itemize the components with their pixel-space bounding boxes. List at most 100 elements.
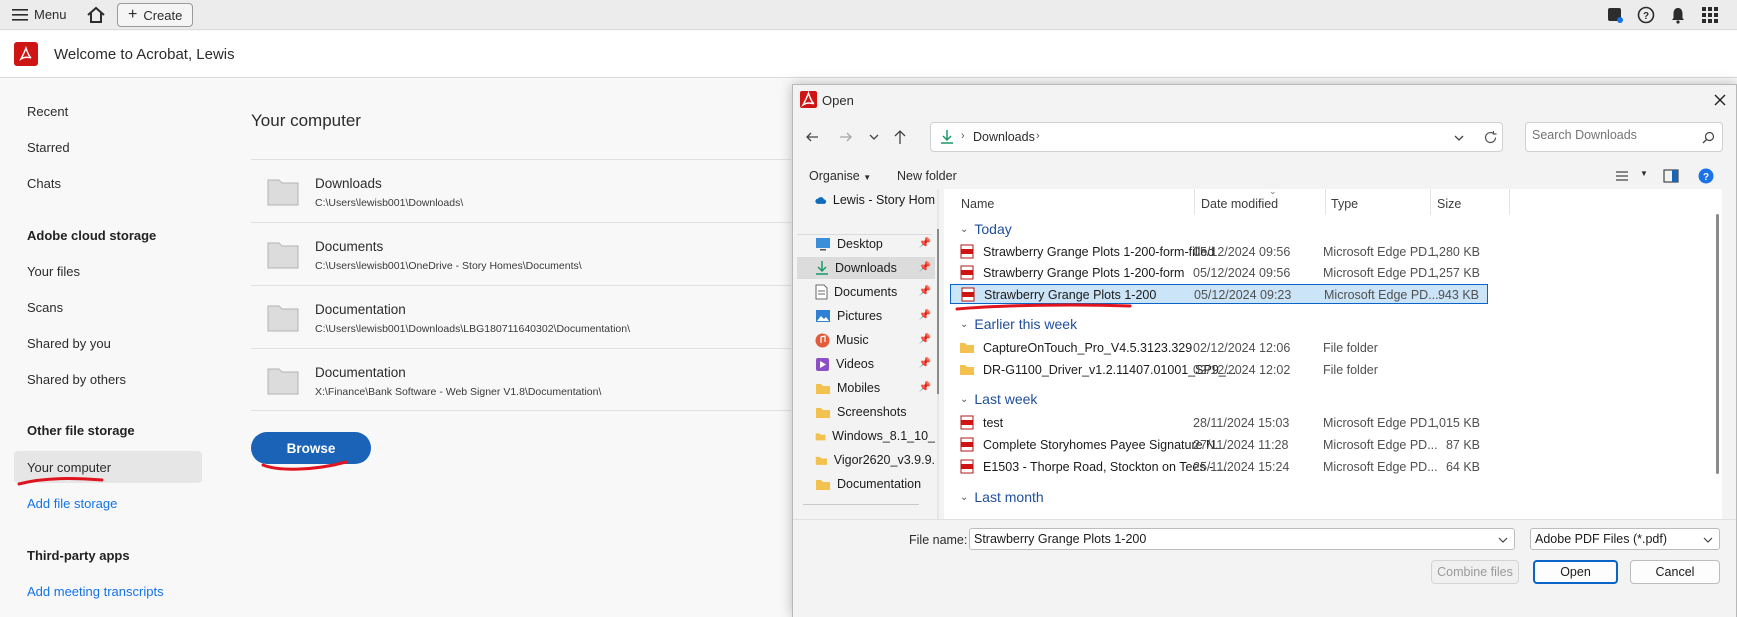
file-name: Strawberry Grange Plots 1-200-form-fille…	[983, 245, 1215, 259]
search-box[interactable]	[1525, 122, 1723, 152]
file-size: 1,257 KB	[1428, 266, 1480, 280]
folder-icon	[267, 305, 299, 332]
new-folder-button[interactable]: New folder	[897, 169, 957, 183]
sidebar-item-shared-by-you[interactable]: Shared by you	[27, 336, 111, 351]
nav-item-music[interactable]: Music 📌	[815, 329, 935, 351]
add-meeting-transcripts-link[interactable]: Add meeting transcripts	[27, 584, 164, 599]
up-arrow-icon[interactable]	[893, 129, 907, 145]
combine-files-button[interactable]: Combine files	[1431, 560, 1519, 584]
file-row[interactable]: Strawberry Grange Plots 1-200-form 05/12…	[950, 263, 1488, 283]
location-name: Documentation	[315, 302, 406, 317]
location-row[interactable]: Documents C:\Users\lewisb001\OneDrive - …	[251, 222, 791, 285]
nav-item-screenshots[interactable]: Screenshots	[815, 401, 935, 423]
pdf-file-icon	[960, 437, 974, 452]
group-header-earlier-this-week[interactable]: ⌄ Earlier this week	[960, 316, 1077, 332]
folder-icon	[960, 343, 974, 353]
address-bar[interactable]: › Downloads ›	[930, 122, 1503, 152]
pin-icon: 📌	[918, 358, 931, 369]
file-size: 64 KB	[1445, 460, 1480, 474]
sidebar-item-your-files[interactable]: Your files	[27, 264, 80, 279]
group-header-today[interactable]: ⌄ Today	[960, 221, 1012, 237]
help-icon[interactable]: ?	[1698, 168, 1714, 184]
file-list: Name Date modified ⌄ Type Size ⌄ Today St…	[944, 189, 1722, 519]
apps-grid-icon[interactable]	[1701, 6, 1719, 24]
chevron-down-icon[interactable]	[1498, 536, 1508, 544]
file-row[interactable]: Strawberry Grange Plots 1-200-form-fille…	[950, 242, 1488, 262]
group-label: Earlier this week	[974, 316, 1078, 332]
sidebar-item-recent[interactable]: Recent	[27, 104, 68, 119]
back-arrow-icon[interactable]	[805, 130, 819, 144]
location-row[interactable]: Downloads C:\Users\lewisb001\Downloads\	[251, 159, 791, 222]
acrobat-account-icon[interactable]	[1606, 6, 1624, 24]
open-button[interactable]: Open	[1533, 560, 1618, 584]
file-size: 1,280 KB	[1428, 245, 1480, 259]
sidebar-item-starred[interactable]: Starred	[27, 140, 70, 155]
file-type-select[interactable]: Adobe PDF Files (*.pdf)	[1530, 528, 1720, 550]
refresh-icon[interactable]	[1483, 130, 1498, 145]
menu-button[interactable]: Menu	[12, 7, 67, 22]
nav-item-onedrive[interactable]: Lewis - Story Hom	[815, 189, 935, 211]
file-name-value: Strawberry Grange Plots 1-200	[974, 532, 1147, 546]
group-header-last-week[interactable]: ⌄ Last week	[960, 391, 1037, 407]
nav-item-documents[interactable]: Documents 📌	[815, 281, 935, 303]
file-row[interactable]: DR-G1100_Driver_v1.2.11407.01001_SP9_...…	[950, 360, 1488, 380]
home-icon[interactable]	[86, 5, 106, 30]
group-header-last-month[interactable]: ⌄ Last month	[960, 489, 1044, 505]
download-arrow-icon	[816, 261, 828, 275]
pin-icon: 📌	[918, 334, 931, 345]
nav-item-videos[interactable]: Videos 📌	[815, 353, 935, 375]
sidebar-item-shared-by-others[interactable]: Shared by others	[27, 372, 126, 387]
file-row[interactable]: Complete Storyhomes Payee Signature N...…	[950, 435, 1488, 455]
collapse-chevron-icon: ⌄	[960, 393, 969, 405]
file-row[interactable]: CaptureOnTouch_Pro_V4.5.3123.329 02/12/2…	[950, 338, 1488, 358]
file-date: 02/12/2024 12:02	[1193, 363, 1291, 377]
location-path: C:\Users\lewisb001\Downloads\LBG18071164…	[315, 323, 630, 335]
nav-item-vigor-folder[interactable]: Vigor2620_v3.9.9.	[815, 449, 935, 471]
location-row[interactable]: Documentation C:\Users\lewisb001\Downloa…	[251, 285, 791, 348]
file-row[interactable]: E1503 - Thorpe Road, Stockton on Tees - …	[950, 457, 1488, 477]
address-downloads[interactable]: Downloads	[973, 130, 1035, 144]
forward-arrow-icon[interactable]	[839, 130, 853, 144]
file-type: Microsoft Edge PD...	[1323, 416, 1438, 430]
close-icon[interactable]	[1713, 93, 1727, 107]
column-header-type[interactable]: Type	[1331, 197, 1358, 211]
file-name-input[interactable]: Strawberry Grange Plots 1-200	[969, 528, 1515, 550]
folder-icon	[815, 432, 826, 440]
file-date: 02/12/2024 12:06	[1193, 341, 1291, 355]
view-options-caret-icon[interactable]: ▼	[1640, 169, 1648, 178]
column-header-date[interactable]: Date modified	[1201, 197, 1278, 211]
nav-item-documentation[interactable]: Documentation	[815, 473, 935, 495]
nav-item-windows-folder[interactable]: Windows_8.1_10_	[815, 425, 935, 447]
column-header-size[interactable]: Size	[1437, 197, 1461, 211]
nav-item-desktop[interactable]: Desktop 📌	[815, 233, 935, 255]
nav-item-pictures[interactable]: Pictures 📌	[815, 305, 935, 327]
chevron-down-icon[interactable]	[868, 132, 880, 142]
pane-scrollbar-thumb[interactable]	[937, 229, 939, 394]
view-details-icon[interactable]	[1615, 170, 1629, 182]
location-row[interactable]: Documentation X:\Finance\Bank Software -…	[251, 348, 791, 411]
column-divider	[1194, 189, 1195, 215]
sidebar-item-scans[interactable]: Scans	[27, 300, 63, 315]
create-button[interactable]: + Create	[117, 3, 194, 27]
cancel-button[interactable]: Cancel	[1630, 560, 1720, 584]
navigation-pane: Lewis - Story Hom Desktop 📌 Downloads 📌 …	[793, 189, 939, 519]
search-input[interactable]	[1532, 128, 1692, 142]
nav-item-downloads[interactable]: Downloads 📌	[797, 257, 935, 279]
location-name: Documents	[315, 239, 384, 254]
pin-icon: 📌	[918, 262, 931, 273]
sidebar-item-chats[interactable]: Chats	[27, 176, 61, 191]
organise-menu[interactable]: Organise ▼	[809, 169, 871, 183]
nav-item-mobiles[interactable]: Mobiles 📌	[815, 377, 935, 399]
address-history-chevron-icon[interactable]	[1453, 133, 1465, 143]
desktop-icon	[816, 238, 830, 251]
column-header-name[interactable]: Name	[961, 197, 994, 211]
add-file-storage-link[interactable]: Add file storage	[27, 496, 117, 511]
file-list-scrollbar-thumb[interactable]	[1716, 214, 1719, 474]
file-row[interactable]: test 28/11/2024 15:03 Microsoft Edge PD.…	[950, 413, 1488, 433]
help-icon[interactable]: ?	[1637, 6, 1655, 24]
pdf-file-icon	[960, 265, 974, 280]
column-divider	[1325, 189, 1326, 215]
folder-icon	[816, 407, 830, 418]
preview-pane-icon[interactable]	[1663, 169, 1679, 183]
notifications-bell-icon[interactable]	[1669, 6, 1687, 24]
